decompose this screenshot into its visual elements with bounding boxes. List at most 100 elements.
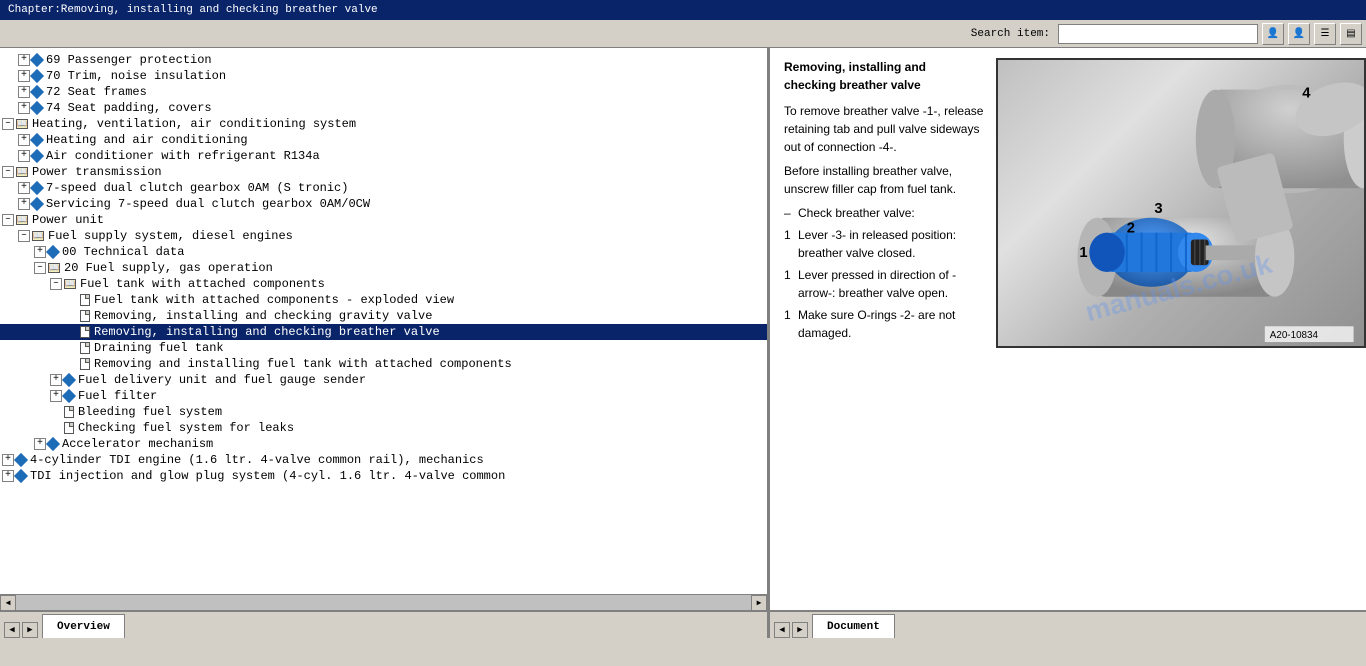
tree-item-72[interactable]: + 72 Seat frames (0, 84, 767, 100)
diamond-icon (46, 437, 60, 451)
expander[interactable]: + (18, 134, 30, 146)
expander[interactable]: – (2, 118, 14, 130)
diamond-icon (30, 133, 44, 147)
diamond-icon (62, 373, 76, 387)
left-nav-left[interactable]: ◀ (4, 622, 20, 638)
content-para-remove: To remove breather valve -1-, release re… (784, 102, 984, 156)
toolbar-btn-list[interactable]: ☰ (1314, 23, 1336, 45)
expander[interactable]: – (50, 278, 62, 290)
book-icon: 📖 (64, 279, 76, 289)
tree-item-4cyl-tdi[interactable]: + 4-cylinder TDI engine (1.6 ltr. 4-valv… (0, 452, 767, 468)
doc-icon (64, 422, 74, 434)
tree-item-bleed-fuel[interactable]: Bleeding fuel system (0, 404, 767, 420)
expander[interactable]: – (2, 166, 14, 178)
diamond-icon (30, 85, 44, 99)
book-icon: 📖 (32, 231, 44, 241)
content-para-before: Before installing breather valve, unscre… (784, 162, 984, 198)
tree-item-tdi-injection[interactable]: + TDI injection and glow plug system (4-… (0, 468, 767, 484)
tree-item-gearbox-7sp[interactable]: + 7-speed dual clutch gearbox 0AM (S tro… (0, 180, 767, 196)
scroll-left-btn[interactable]: ◀ (0, 595, 16, 611)
book-icon: 📖 (16, 215, 28, 225)
title-text: Chapter:Removing, installing and checkin… (8, 4, 378, 16)
content-item-lever-released: 1 Lever -3- in released position: breath… (784, 226, 984, 262)
tree-scroll[interactable]: + 69 Passenger protection + 70 Trim, noi… (0, 48, 767, 594)
tree-item-fuel-tank-root[interactable]: – 📖 Fuel tank with attached components (0, 276, 767, 292)
book-icon: 📖 (16, 119, 28, 129)
tree-item-00-tech[interactable]: + 00 Technical data (0, 244, 767, 260)
toolbar-btn-user1[interactable]: 👤 (1262, 23, 1284, 45)
expander[interactable]: + (2, 454, 14, 466)
expander[interactable]: – (34, 262, 46, 274)
tree-item-gravity-valve[interactable]: Removing, installing and checking gravit… (0, 308, 767, 324)
doc-icon (80, 294, 90, 306)
toolbar-btn-menu[interactable]: ▤ (1340, 23, 1362, 45)
right-nav-left[interactable]: ◀ (774, 622, 790, 638)
tree-item-70[interactable]: + 70 Trim, noise insulation (0, 68, 767, 84)
expander[interactable]: + (18, 182, 30, 194)
left-nav-right[interactable]: ▶ (22, 622, 38, 638)
scroll-track[interactable] (16, 595, 751, 611)
tree-item-accelerator[interactable]: + Accelerator mechanism (0, 436, 767, 452)
expander[interactable]: – (2, 214, 14, 226)
tab-document[interactable]: Document (812, 614, 895, 638)
tree-item-fuel-supply-diesel[interactable]: – 📖 Fuel supply system, diesel engines (0, 228, 767, 244)
doc-icon (64, 406, 74, 418)
expander[interactable]: + (18, 198, 30, 210)
left-nav-arrows: ◀ ▶ (0, 622, 42, 638)
tree-item-heating-root[interactable]: – 📖 Heating, ventilation, air conditioni… (0, 116, 767, 132)
tree-item-breather-valve[interactable]: Removing, installing and checking breath… (0, 324, 767, 340)
svg-text:3: 3 (1154, 201, 1162, 217)
right-bottom-bar: ◀ ▶ Document (770, 610, 1366, 638)
tree-item-remove-fuel-tank[interactable]: Removing and installing fuel tank with a… (0, 356, 767, 372)
expander[interactable]: + (18, 54, 30, 66)
search-input[interactable] (1058, 24, 1258, 44)
tree-item-check-leaks[interactable]: Checking fuel system for leaks (0, 420, 767, 436)
valve-image: manuals.co.uk 1 2 3 4 A20-10834 (996, 58, 1366, 348)
tab-overview[interactable]: Overview (42, 614, 125, 638)
h-scrollbar[interactable]: ◀ ▶ (0, 594, 767, 610)
right-nav-right[interactable]: ▶ (792, 622, 808, 638)
right-nav-arrows: ◀ ▶ (770, 622, 812, 638)
expander[interactable]: + (50, 374, 62, 386)
toolbar-btn-user2[interactable]: 👤 (1288, 23, 1310, 45)
expander[interactable]: – (18, 230, 30, 242)
diamond-icon (30, 101, 44, 115)
content-text-col: Removing, installing andchecking breathe… (784, 58, 984, 348)
tree-item-fuel-delivery[interactable]: + Fuel delivery unit and fuel gauge send… (0, 372, 767, 388)
tree-item-power-unit[interactable]: – 📖 Power unit (0, 212, 767, 228)
tree-item-drain-fuel[interactable]: Draining fuel tank (0, 340, 767, 356)
right-panel: Removing, installing andchecking breathe… (770, 48, 1366, 638)
content-item-orings: 1 Make sure O-rings -2- are not damaged. (784, 306, 984, 342)
book-icon: 📖 (48, 263, 60, 273)
expander[interactable]: + (18, 102, 30, 114)
tree-item-power-trans[interactable]: – 📖 Power transmission (0, 164, 767, 180)
tree-item-74[interactable]: + 74 Seat padding, covers (0, 100, 767, 116)
expander[interactable]: + (50, 390, 62, 402)
expander[interactable]: + (34, 438, 46, 450)
expander[interactable]: + (18, 86, 30, 98)
expander[interactable]: + (18, 70, 30, 82)
expander[interactable]: + (34, 246, 46, 258)
svg-text:4: 4 (1302, 85, 1311, 101)
doc-icon (80, 326, 90, 338)
expander[interactable]: + (18, 150, 30, 162)
left-panel: + 69 Passenger protection + 70 Trim, noi… (0, 48, 770, 638)
diamond-icon (30, 69, 44, 83)
content-image-col: manuals.co.uk 1 2 3 4 A20-10834 (996, 58, 1366, 348)
content-title: Removing, installing andchecking breathe… (784, 58, 984, 94)
tree-item-fuel-tank-exploded[interactable]: Fuel tank with attached components - exp… (0, 292, 767, 308)
tree-item-69[interactable]: + 69 Passenger protection (0, 52, 767, 68)
svg-text:1: 1 (1079, 245, 1087, 261)
tree-item-20-fuel[interactable]: – 📖 20 Fuel supply, gas operation (0, 260, 767, 276)
tree-item-heating-ac[interactable]: + Heating and air conditioning (0, 132, 767, 148)
book-icon: 📖 (16, 167, 28, 177)
tree-item-aircon-r134[interactable]: + Air conditioner with refrigerant R134a (0, 148, 767, 164)
content-item-check: – Check breather valve: (784, 204, 984, 222)
scroll-right-btn[interactable]: ▶ (751, 595, 767, 611)
main-container: + 69 Passenger protection + 70 Trim, noi… (0, 48, 1366, 638)
tree-item-fuel-filter[interactable]: + Fuel filter (0, 388, 767, 404)
content-flex: Removing, installing andchecking breathe… (784, 58, 1352, 348)
expander[interactable]: + (2, 470, 14, 482)
tree-item-service-gearbox[interactable]: + Servicing 7-speed dual clutch gearbox … (0, 196, 767, 212)
doc-icon (80, 358, 90, 370)
